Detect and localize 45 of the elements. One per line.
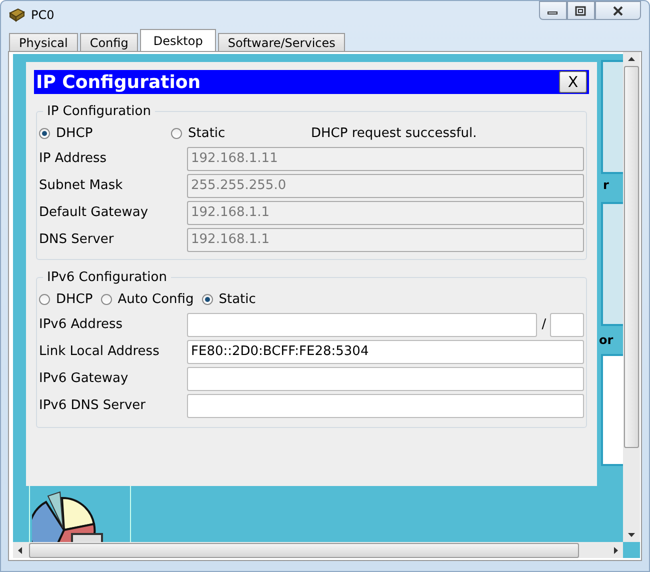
close-icon — [612, 6, 624, 16]
scroll-left-icon[interactable] — [17, 546, 23, 554]
close-button[interactable]: X — [559, 71, 587, 93]
scroll-right-icon[interactable] — [613, 546, 619, 554]
tab[interactable]: Software/Services — [218, 33, 346, 51]
radio-option[interactable]: Static — [171, 126, 303, 140]
field-label: IP Address — [39, 151, 108, 166]
prefix-field[interactable] — [550, 312, 584, 336]
window-title: PC0 — [31, 8, 54, 22]
close-button[interactable] — [595, 1, 641, 20]
scroll-up-icon[interactable] — [627, 56, 636, 62]
field-label: IPv6 Address — [39, 317, 124, 332]
field-label: IPv6 Gateway — [39, 371, 130, 386]
status-message: DHCP request successful. — [311, 126, 477, 140]
prefix-separator: / — [540, 317, 548, 332]
field-label: DNS Server — [39, 232, 115, 247]
maximize-icon — [575, 6, 587, 16]
radio-option[interactable]: Static — [202, 292, 256, 306]
input-field[interactable] — [187, 366, 584, 390]
field-label: Default Gateway — [39, 205, 150, 220]
scrollbar-corner — [623, 542, 640, 558]
input-field[interactable] — [187, 394, 584, 418]
field-label: Link Local Address — [39, 344, 160, 359]
dialog-title: IP Configuration — [36, 72, 201, 92]
scroll-down-icon[interactable] — [627, 532, 636, 538]
field-label: IPv6 DNS Server — [39, 398, 147, 413]
app-label: or — [599, 333, 614, 347]
group-title: IP Configuration — [46, 104, 152, 119]
maximize-button[interactable] — [567, 1, 595, 20]
horizontal-scrollbar[interactable] — [13, 542, 623, 558]
minimize-button[interactable] — [539, 1, 567, 20]
field-label: Subnet Mask — [39, 178, 124, 193]
radio-option[interactable]: DHCP — [39, 292, 93, 306]
vertical-scrollbar[interactable] — [623, 52, 640, 542]
tab[interactable]: Physical — [9, 33, 78, 51]
pie-chart-icon — [32, 490, 106, 542]
app-icon — [9, 8, 25, 22]
input-field[interactable] — [187, 312, 537, 336]
app-label: r — [603, 178, 609, 192]
tab[interactable]: Desktop — [140, 29, 216, 51]
input-field[interactable]: FE80::2D0:BCFF:FE28:5304 — [187, 340, 584, 364]
radio-option[interactable]: DHCP — [39, 126, 171, 140]
group-title: IPv6 Configuration — [46, 270, 168, 285]
radio-option[interactable]: Auto Config — [100, 292, 194, 306]
tab[interactable]: Config — [80, 33, 138, 51]
